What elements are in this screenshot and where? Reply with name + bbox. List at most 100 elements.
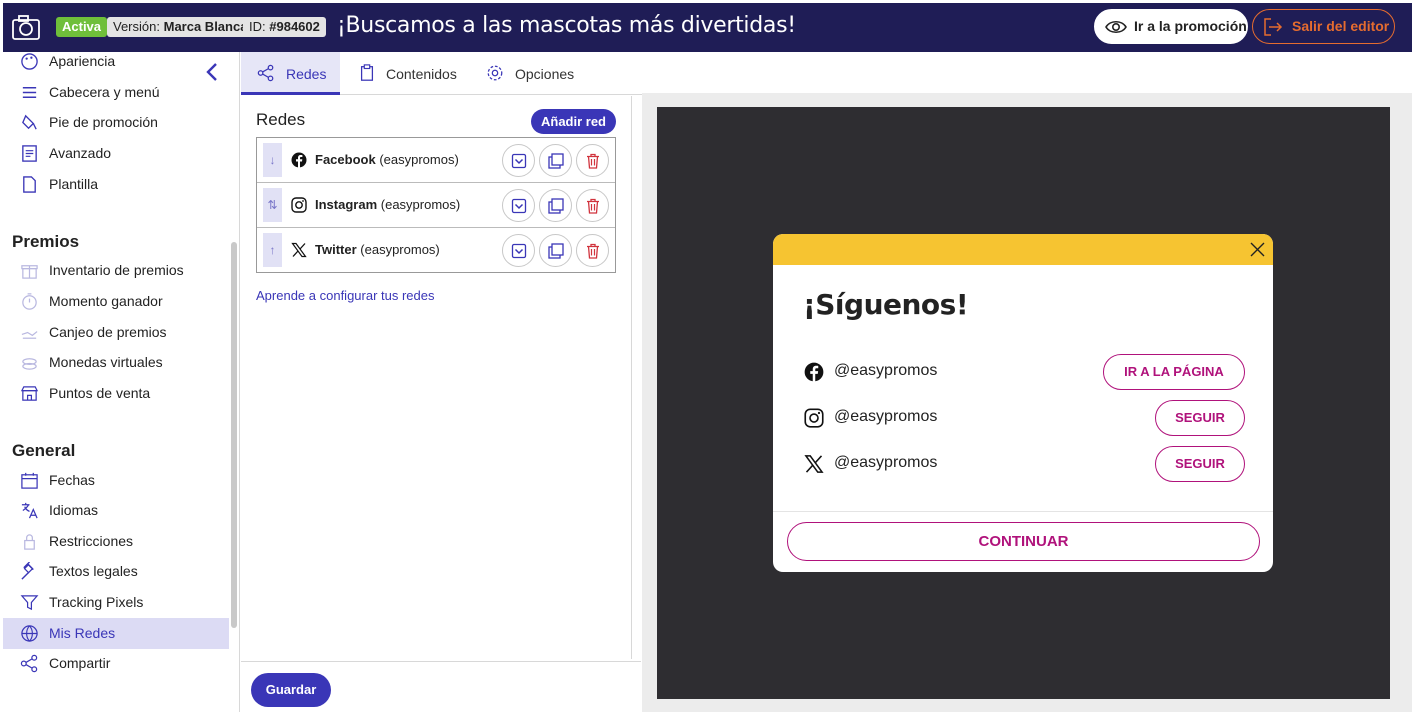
sidebar-item-label: Inventario de premios	[49, 262, 184, 278]
sidebar-item-avanzado[interactable]: Avanzado	[3, 138, 229, 169]
panel-footer-divider	[241, 661, 641, 662]
tab-label: Contenidos	[386, 66, 457, 82]
sidebar-item-mis-redes[interactable]: Mis Redes	[3, 618, 229, 649]
sidebar-item-fechas[interactable]: Fechas	[3, 465, 229, 496]
share-icon	[257, 64, 274, 82]
x-twitter-icon	[804, 455, 824, 473]
drag-handle[interactable]: ↑	[263, 233, 282, 267]
id-value: #984602	[269, 19, 320, 34]
add-network-button[interactable]: Añadir red	[531, 109, 616, 134]
sidebar-item-label: Canjeo de premios	[49, 324, 167, 340]
follow-us-modal: ¡Síguenos! @easypromos IR A LA PÁGINA @e…	[773, 234, 1273, 572]
continue-button[interactable]: CONTINUAR	[787, 522, 1260, 561]
go-to-page-button[interactable]: IR A LA PÁGINA	[1103, 354, 1245, 390]
sidebar-item-idiomas[interactable]: Idiomas	[3, 495, 229, 526]
sidebar-item-label: Momento ganador	[49, 293, 163, 309]
tab-redes[interactable]: Redes	[241, 52, 340, 95]
sidebar-item-label: Plantilla	[49, 176, 99, 192]
go-to-promotion-label: Ir a la promoción	[1134, 18, 1247, 34]
id-prefix: ID:	[249, 19, 266, 34]
duplicate-button[interactable]	[539, 189, 572, 222]
network-name: Twitter (easypromos)	[315, 242, 440, 257]
sidebar-item-pie[interactable]: Pie de promoción	[3, 107, 229, 138]
drag-handle[interactable]: ⇅	[263, 188, 282, 222]
palette-icon	[21, 53, 38, 70]
file-icon	[23, 176, 36, 193]
sidebar-item-label: Fechas	[49, 472, 95, 488]
sidebar-item-label: Restricciones	[49, 533, 134, 549]
expand-button[interactable]	[502, 144, 535, 177]
network-name: Instagram (easypromos)	[315, 197, 460, 212]
save-button[interactable]: Guardar	[251, 673, 331, 707]
account-handle: @easypromos	[834, 454, 938, 471]
preview-canvas: ¡Síguenos! @easypromos IR A LA PÁGINA @e…	[657, 107, 1390, 699]
sidebar-item-monedas[interactable]: Monedas virtuales	[3, 347, 229, 378]
chevron-down-icon	[511, 198, 527, 214]
account-handle: @easypromos	[834, 362, 938, 379]
help-link[interactable]: Aprende a configurar tus redes	[256, 288, 435, 303]
translate-icon	[21, 502, 38, 519]
stopwatch-icon	[22, 293, 37, 310]
top-bar: Activa Versión: Marca Blanca ID: #984602…	[3, 3, 1412, 52]
sidebar-item-plantilla[interactable]: Plantilla	[3, 169, 229, 200]
delete-button[interactable]	[576, 234, 609, 267]
close-icon[interactable]	[1250, 242, 1265, 257]
sidebar-item-label: Tracking Pixels	[49, 594, 144, 610]
sidebar-item-textos[interactable]: Textos legales	[3, 556, 229, 587]
follow-row-twitter: @easypromos SEGUIR	[803, 446, 1253, 482]
panel-title: Redes	[256, 110, 306, 129]
section-title-premios: Premios	[12, 232, 80, 251]
networks-panel: Redes Añadir red ↓ Facebook (easypromos)…	[241, 96, 641, 712]
status-badge: Activa	[56, 17, 108, 37]
sidebar-item-apariencia[interactable]: Apariencia	[3, 46, 229, 77]
sidebar-item-label: Apariencia	[49, 53, 116, 69]
gavel-icon	[21, 562, 34, 580]
tab-opciones[interactable]: Opciones	[470, 52, 580, 95]
follow-button[interactable]: SEGUIR	[1155, 400, 1245, 436]
exit-editor-button[interactable]: Salir del editor	[1252, 9, 1395, 44]
coins-icon	[22, 358, 37, 370]
sidebar-item-momento[interactable]: Momento ganador	[3, 286, 229, 317]
version-value: Marca Blanca	[163, 19, 248, 34]
redeem-icon	[21, 331, 38, 339]
instagram-icon	[804, 408, 824, 428]
duplicate-button[interactable]	[539, 234, 572, 267]
expand-button[interactable]	[502, 189, 535, 222]
sidebar-item-inventario[interactable]: Inventario de premios	[3, 255, 229, 286]
eye-icon	[1105, 20, 1127, 34]
go-to-promotion-button[interactable]: Ir a la promoción	[1094, 9, 1248, 44]
network-row-instagram: ⇅ Instagram (easypromos)	[257, 183, 615, 228]
follow-button[interactable]: SEGUIR	[1155, 446, 1245, 482]
version-badge: Versión: Marca Blanca	[107, 17, 254, 37]
sidebar-item-puntos[interactable]: Puntos de venta	[3, 378, 229, 409]
sidebar-scrollbar[interactable]	[231, 242, 237, 628]
sidebar-item-label: Mis Redes	[49, 625, 116, 641]
duplicate-button[interactable]	[539, 144, 572, 177]
facebook-icon	[291, 152, 307, 168]
account-handle: @easypromos	[834, 408, 938, 425]
sidebar-item-label: Idiomas	[49, 502, 99, 518]
duplicate-icon	[548, 153, 564, 169]
clipboard-icon	[360, 64, 374, 81]
sidebar-item-cabecera[interactable]: Cabecera y menú	[3, 77, 229, 108]
sidebar-item-label: Compartir	[49, 655, 111, 671]
expand-button[interactable]	[502, 234, 535, 267]
sidebar-item-canjeo[interactable]: Canjeo de premios	[3, 317, 229, 348]
drag-handle[interactable]: ↓	[263, 143, 282, 177]
delete-button[interactable]	[576, 189, 609, 222]
sidebar-item-compartir[interactable]: Compartir	[3, 648, 229, 679]
delete-button[interactable]	[576, 144, 609, 177]
follow-row-instagram: @easypromos SEGUIR	[803, 400, 1253, 436]
tab-label: Opciones	[515, 66, 575, 82]
network-row-facebook: ↓ Facebook (easypromos)	[257, 138, 615, 183]
duplicate-icon	[548, 198, 564, 214]
app-frame: Activa Versión: Marca Blanca ID: #984602…	[3, 3, 1412, 712]
duplicate-icon	[548, 243, 564, 259]
modal-divider	[773, 511, 1273, 512]
sidebar-item-restricciones[interactable]: Restricciones	[3, 526, 229, 557]
sidebar-item-tracking[interactable]: Tracking Pixels	[3, 587, 229, 618]
follow-row-facebook: @easypromos IR A LA PÁGINA	[803, 354, 1253, 390]
tab-contenidos[interactable]: Contenidos	[342, 52, 462, 95]
version-prefix: Versión:	[113, 19, 160, 34]
network-title: Instagram	[315, 197, 378, 212]
